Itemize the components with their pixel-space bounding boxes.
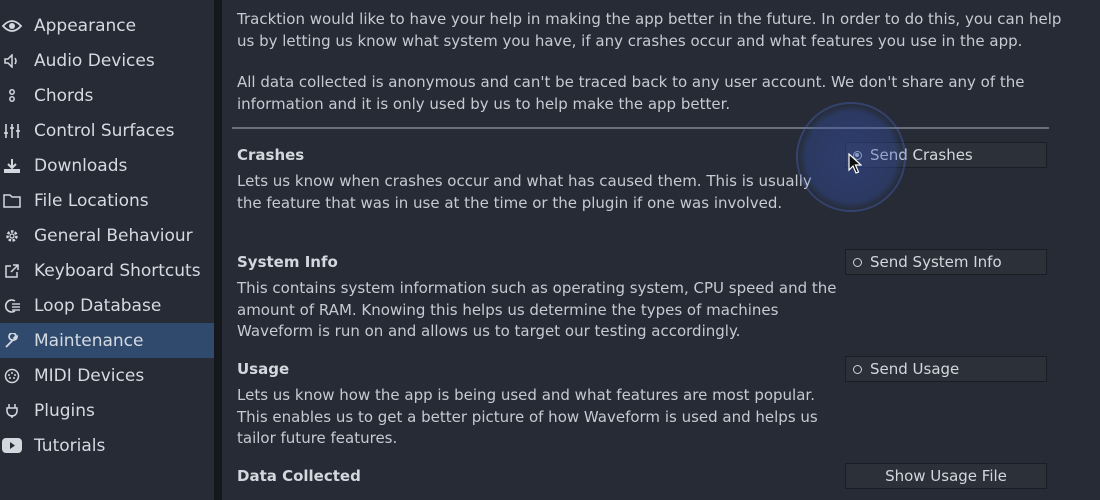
sidebar-item-label: Tutorials bbox=[34, 435, 106, 456]
sidebar-item-audio-devices[interactable]: Audio Devices bbox=[0, 43, 214, 78]
radio-unchecked-icon bbox=[853, 364, 862, 374]
send-usage-label: Send Usage bbox=[870, 360, 960, 378]
sidebar-item-label: Chords bbox=[34, 85, 94, 106]
maintenance-panel: Tracktion would like to have your help i… bbox=[222, 0, 1100, 500]
eye-icon bbox=[2, 16, 22, 36]
sidebar-item-plugins[interactable]: Plugins bbox=[0, 393, 214, 428]
sidebar-item-label: Downloads bbox=[34, 155, 128, 176]
radio-unchecked-icon bbox=[853, 257, 862, 267]
gear-icon bbox=[2, 226, 22, 246]
usage-title: Usage bbox=[237, 360, 290, 378]
youtube-icon bbox=[2, 436, 22, 456]
plug-icon bbox=[2, 401, 22, 421]
data-collected-title: Data Collected bbox=[237, 467, 361, 485]
sidebar-item-label: Appearance bbox=[34, 15, 137, 36]
download-icon bbox=[2, 156, 22, 176]
loop-database-icon bbox=[2, 296, 22, 316]
sidebar-item-control-surfaces[interactable]: Control Surfaces bbox=[0, 113, 214, 148]
folder-icon bbox=[2, 191, 22, 211]
sidebar-item-midi-devices[interactable]: MIDI Devices bbox=[0, 358, 214, 393]
sidebar-divider[interactable] bbox=[214, 0, 222, 500]
sidebar-item-maintenance[interactable]: Maintenance bbox=[0, 323, 214, 358]
sidebar-item-file-locations[interactable]: File Locations bbox=[0, 183, 214, 218]
sidebar-item-label: Loop Database bbox=[34, 295, 162, 316]
send-system-info-label: Send System Info bbox=[870, 253, 1002, 271]
sidebar-item-label: General Behaviour bbox=[34, 225, 193, 246]
wrench-icon bbox=[2, 331, 22, 351]
sidebar-item-loop-database[interactable]: Loop Database bbox=[0, 288, 214, 323]
sidebar-item-downloads[interactable]: Downloads bbox=[0, 148, 214, 183]
show-usage-file-label: Show Usage File bbox=[885, 467, 1007, 485]
system-info-description: This contains system information such as… bbox=[237, 279, 837, 340]
sidebar-item-label: Audio Devices bbox=[34, 50, 155, 71]
privacy-paragraph: All data collected is anonymous and can'… bbox=[237, 73, 1025, 113]
chords-icon bbox=[2, 86, 22, 106]
sidebar-item-label: Plugins bbox=[34, 400, 95, 421]
radio-checked-icon bbox=[853, 150, 862, 160]
usage-description: Lets us know how the app is being used a… bbox=[237, 386, 818, 447]
sliders-icon bbox=[2, 121, 22, 141]
crashes-description: Lets us know when crashes occur and what… bbox=[237, 172, 812, 212]
sidebar-item-appearance[interactable]: Appearance bbox=[0, 8, 214, 43]
sidebar: Appearance Audio Devices Chords Control … bbox=[0, 0, 214, 500]
send-usage-toggle[interactable]: Send Usage bbox=[845, 356, 1047, 382]
sidebar-item-label: File Locations bbox=[34, 190, 149, 211]
sidebar-item-label: Maintenance bbox=[34, 330, 144, 351]
sidebar-item-tutorials[interactable]: Tutorials bbox=[0, 428, 214, 463]
sidebar-item-chords[interactable]: Chords bbox=[0, 78, 214, 113]
midi-icon bbox=[2, 366, 22, 386]
speaker-icon bbox=[2, 51, 22, 71]
intro-paragraph: Tracktion would like to have your help i… bbox=[237, 10, 1062, 50]
sidebar-item-general-behaviour[interactable]: General Behaviour bbox=[0, 218, 214, 253]
section-divider bbox=[232, 127, 1049, 129]
show-usage-file-button[interactable]: Show Usage File bbox=[845, 463, 1047, 489]
send-crashes-label: Send Crashes bbox=[870, 146, 973, 164]
send-system-info-toggle[interactable]: Send System Info bbox=[845, 249, 1047, 275]
external-link-icon bbox=[2, 261, 22, 281]
send-crashes-toggle[interactable]: Send Crashes bbox=[845, 142, 1047, 168]
sidebar-item-label: Control Surfaces bbox=[34, 120, 175, 141]
sidebar-item-label: Keyboard Shortcuts bbox=[34, 260, 201, 281]
sidebar-item-label: MIDI Devices bbox=[34, 365, 145, 386]
crashes-title: Crashes bbox=[237, 146, 305, 164]
sidebar-item-keyboard-shortcuts[interactable]: Keyboard Shortcuts bbox=[0, 253, 214, 288]
system-info-title: System Info bbox=[237, 253, 338, 271]
